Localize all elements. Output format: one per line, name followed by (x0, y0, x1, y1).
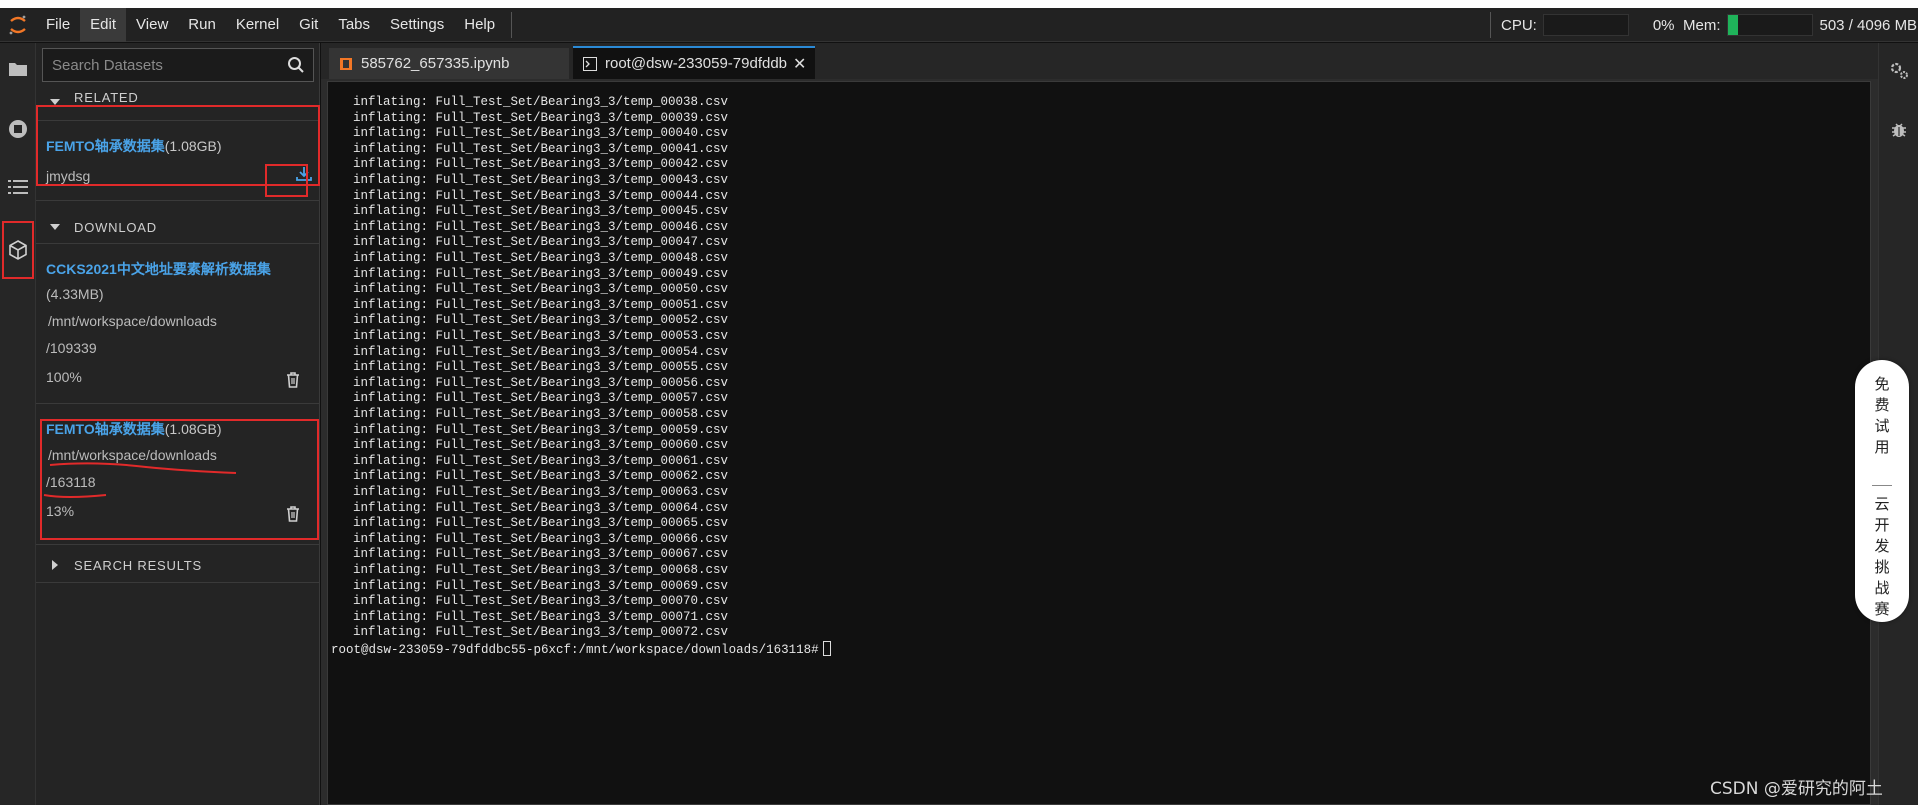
cpu-percent: 0% (1652, 16, 1675, 34)
terminal-line: inflating: Full_Test_Set/Bearing3_3/temp… (338, 375, 729, 390)
datasets-cube-icon[interactable] (2, 221, 34, 279)
cpu-label: CPU: (1501, 16, 1537, 34)
terminal-line: inflating: Full_Test_Set/Bearing3_3/temp… (338, 141, 729, 156)
terminal-line: inflating: Full_Test_Set/Bearing3_3/temp… (338, 547, 729, 562)
property-inspector-gear-icon[interactable] (1888, 60, 1910, 82)
promo-text-bottom: 云开发挑战赛 (1874, 495, 1890, 618)
terminal-line: inflating: Full_Test_Set/Bearing3_3/temp… (338, 563, 729, 577)
search-results-section-header[interactable]: SEARCH RESULTS (36, 550, 320, 580)
terminal-line: inflating: Full_Test_Set/Bearing3_3/temp… (338, 251, 729, 265)
jupyter-logo-icon (0, 8, 36, 42)
terminal-line: inflating: Full_Test_Set/Bearing3_3/temp… (338, 204, 729, 219)
terminal-line: inflating: Full_Test_Set/Bearing3_3/temp… (338, 625, 729, 640)
terminal-line: inflating: Full_Test_Set/Bearing3_3/temp… (338, 594, 729, 609)
menu-git[interactable]: Git (289, 8, 328, 42)
tab-notebook[interactable]: 585762_657335.ipynb (329, 48, 569, 79)
terminal-line: inflating: Full_Test_Set/Bearing3_3/temp… (338, 157, 729, 172)
menu-divider (511, 11, 513, 38)
terminal-line: inflating: Full_Test_Set/Bearing3_3/temp… (338, 266, 729, 281)
tab-label: 585762_657335.ipynb (361, 55, 510, 72)
terminal-line: inflating: Full_Test_Set/Bearing3_3/temp… (338, 235, 729, 250)
terminal-line: inflating: Full_Test_Set/Bearing3_3/temp… (338, 453, 729, 468)
terminal-line: inflating: Full_Test_Set/Bearing3_3/temp… (338, 188, 729, 203)
menu-file[interactable]: File (36, 8, 80, 42)
cpu-meter (1542, 14, 1629, 36)
section-divider (36, 582, 320, 583)
terminal-line: inflating: Full_Test_Set/Bearing3_3/temp… (338, 126, 729, 141)
tab-label: root@dsw-233059-79dfddb (605, 55, 788, 72)
menu-tabs[interactable]: Tabs (328, 8, 380, 42)
terminal-line: inflating: Full_Test_Set/Bearing3_3/temp… (338, 329, 729, 343)
mem-meter-fill (1727, 15, 1738, 35)
terminal-line: inflating: Full_Test_Set/Bearing3_3/temp… (338, 360, 729, 375)
menu-help[interactable]: Help (454, 8, 505, 42)
notebook-icon (340, 57, 352, 70)
mem-value: 503 / 4096 MB (1819, 16, 1918, 34)
terminal-line: inflating: Full_Test_Set/Bearing3_3/temp… (338, 313, 729, 328)
table-of-contents-icon[interactable] (2, 171, 34, 203)
promo-divider (1872, 485, 1892, 486)
datasets-panel: RELATED FEMTO轴承数据集(1.08GB) jmydsg DOWNLO… (36, 43, 320, 805)
terminal-line: inflating: Full_Test_Set/Bearing3_3/temp… (338, 344, 729, 359)
terminal-line: inflating: Full_Test_Set/Bearing3_3/temp… (338, 438, 729, 453)
terminal-line: inflating: Full_Test_Set/Bearing3_3/temp… (338, 609, 729, 624)
tab-bar: 585762_657335.ipynb root@dsw-233059-79df… (321, 43, 1878, 79)
menu-run[interactable]: Run (178, 8, 226, 42)
prompt-text: root@dsw-233059-79dfddbc55-p6xcf:/mnt/wo… (331, 643, 819, 657)
close-icon[interactable]: ✕ (793, 54, 806, 74)
terminal-line: inflating: Full_Test_Set/Bearing3_3/temp… (338, 282, 729, 297)
search-results-header-label: SEARCH RESULTS (74, 557, 202, 573)
terminal-line: inflating: Full_Test_Set/Bearing3_3/temp… (338, 95, 729, 109)
menubar: File Edit View Run Kernel Git Tabs Settings Help… (0, 7, 1918, 42)
annotation-box-download-item (40, 419, 319, 540)
folder-icon[interactable] (2, 53, 34, 85)
terminal-line: inflating: Full_Test_Set/Bearing3_3/temp… (338, 500, 729, 515)
memory-indicator: Mem: 503 / 4096 MB (1683, 8, 1917, 42)
terminal-line: inflating: Full_Test_Set/Bearing3_3/temp… (338, 516, 729, 531)
debugger-bug-icon[interactable] (1889, 120, 1909, 140)
watermark: CSDN @爱研究的阿土 (1710, 779, 1883, 799)
menu-edit[interactable]: Edit (80, 7, 127, 42)
cpu-indicator: CPU: 0% (1490, 8, 1675, 42)
terminal-line: inflating: Full_Test_Set/Bearing3_3/temp… (338, 391, 729, 406)
terminal-output[interactable]: inflating: Full_Test_Set/Bearing3_3/temp… (327, 81, 1871, 805)
menu-settings[interactable]: Settings (380, 8, 454, 42)
terminal-prompt[interactable]: root@dsw-233059-79dfddbc55-p6xcf:/mnt/wo… (331, 641, 831, 657)
terminal-line: inflating: Full_Test_Set/Bearing3_3/temp… (338, 173, 729, 187)
main-area: 585762_657335.ipynb root@dsw-233059-79df… (321, 43, 1878, 805)
mem-meter (1726, 14, 1813, 36)
menu-kernel[interactable]: Kernel (226, 8, 289, 42)
promo-text-top: 免费试用 (1874, 375, 1890, 456)
resource-divider (1490, 12, 1491, 38)
terminal-icon (583, 56, 597, 71)
main-menu: File Edit View Run Kernel Git Tabs Settings Help (36, 7, 505, 42)
terminal-line: inflating: Full_Test_Set/Bearing3_3/temp… (338, 531, 729, 546)
terminal-line: inflating: Full_Test_Set/Bearing3_3/temp… (338, 110, 729, 125)
terminal-line: inflating: Full_Test_Set/Bearing3_3/temp… (338, 297, 729, 312)
running-kernels-icon[interactable] (2, 113, 34, 145)
mem-label: Mem: (1683, 16, 1721, 34)
terminal-line: inflating: Full_Test_Set/Bearing3_3/temp… (338, 422, 729, 437)
terminal-line: inflating: Full_Test_Set/Bearing3_3/temp… (338, 469, 729, 484)
terminal-line: inflating: Full_Test_Set/Bearing3_3/temp… (338, 578, 729, 593)
terminal-line: inflating: Full_Test_Set/Bearing3_3/temp… (338, 407, 729, 421)
left-activity-bar (0, 43, 36, 805)
menu-view[interactable]: View (126, 8, 178, 42)
terminal-cursor (822, 641, 831, 656)
section-divider (36, 544, 320, 545)
tab-terminal[interactable]: root@dsw-233059-79dfddb ✕ (573, 46, 815, 79)
terminal-line: inflating: Full_Test_Set/Bearing3_3/temp… (338, 485, 729, 499)
caret-right-icon (36, 560, 74, 570)
promo-floating-button[interactable]: 免费试用 云开发挑战赛 (1855, 360, 1909, 622)
terminal-line: inflating: Full_Test_Set/Bearing3_3/temp… (338, 219, 729, 234)
